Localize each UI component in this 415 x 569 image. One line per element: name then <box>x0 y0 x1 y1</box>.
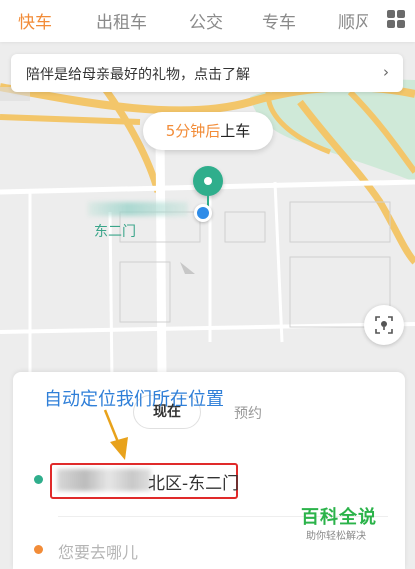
watermark-subtitle: 助你轻松解决 <box>306 531 366 542</box>
annotation-text: 自动定位我们所在位置 <box>44 389 224 410</box>
start-location-text: 北区-东二门 <box>148 474 240 494</box>
watermark-title: 百科全说 <box>301 507 377 528</box>
